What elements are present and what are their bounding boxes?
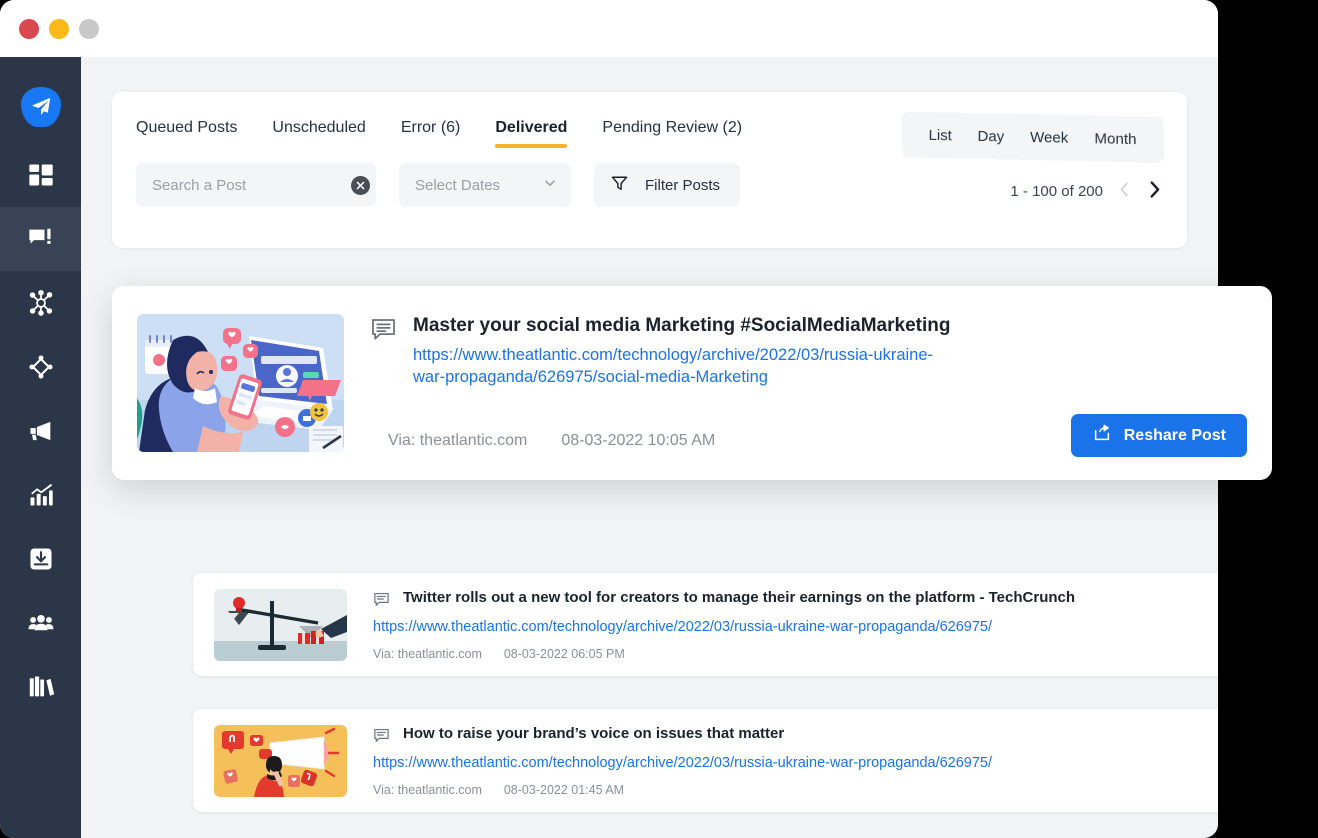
- post-title: Master your social media Marketing #Soci…: [413, 315, 951, 336]
- post-title: How to raise your brand’s voice on issue…: [403, 724, 785, 742]
- paper-plane-icon: [20, 87, 61, 127]
- sidebar-item-team[interactable]: [0, 591, 81, 655]
- sidebar-item-posts[interactable]: [0, 207, 81, 271]
- search-post-field[interactable]: [136, 163, 376, 207]
- chevron-down-icon: [543, 176, 557, 194]
- search-input[interactable]: [152, 176, 351, 194]
- tab-queued-posts[interactable]: Queued Posts: [136, 119, 237, 148]
- close-window-button[interactable]: [19, 18, 39, 39]
- view-option-list[interactable]: List: [929, 126, 952, 143]
- post-body: How to raise your brand’s voice on issue…: [347, 725, 992, 797]
- comment-icon: [370, 316, 397, 348]
- sidebar-item-campaigns[interactable]: [0, 399, 81, 463]
- list-item[interactable]: Twitter rolls out a new tool for creator…: [193, 573, 1218, 676]
- post-source: Via: theatlantic.com: [373, 782, 482, 797]
- funnel-icon: [610, 174, 629, 197]
- post-datetime: 08-03-2022 06:05 PM: [503, 646, 625, 661]
- sidebar-item-library[interactable]: [0, 655, 81, 719]
- post-thumbnail: [214, 588, 347, 661]
- pagination: 1 - 100 of 200: [1010, 180, 1163, 203]
- posts-list: Twitter rolls out a new tool for creator…: [193, 573, 1218, 838]
- maximize-window-button[interactable]: [79, 18, 99, 39]
- sidebar-item-analytics[interactable]: [0, 463, 81, 527]
- megaphone-icon: [27, 417, 55, 445]
- filter-posts-label: Filter Posts: [645, 176, 721, 194]
- tab-unscheduled[interactable]: Unscheduled: [272, 119, 365, 148]
- minimize-window-button[interactable]: [49, 18, 69, 39]
- post-source: Via: theatlantic.com: [388, 432, 528, 449]
- comment-icon: [373, 591, 390, 613]
- clear-search-icon[interactable]: [351, 175, 370, 195]
- sidebar-item-network[interactable]: [0, 271, 81, 335]
- reshare-post-button[interactable]: Reshare Post: [1070, 414, 1247, 457]
- post-meta: Via: theatlantic.com 08-03-2022 01:45 AM: [373, 783, 992, 797]
- filter-posts-button[interactable]: Filter Posts: [594, 163, 740, 207]
- post-body: Twitter rolls out a new tool for creator…: [347, 589, 1075, 661]
- post-meta: Via: theatlantic.com 08-03-2022 10:05 AM: [388, 432, 715, 450]
- inbox-download-icon: [27, 545, 55, 573]
- view-mode-switch: List Day Week Month: [901, 111, 1165, 163]
- sidebar-item-integrations[interactable]: [0, 335, 81, 399]
- diamond-shapes-icon: [27, 353, 55, 381]
- filters-row: Select Dates Filter Posts: [136, 163, 1163, 207]
- featured-post-card[interactable]: Master your social media Marketing #Soci…: [112, 286, 1272, 480]
- post-meta: Via: theatlantic.com 08-03-2022 06:05 PM: [373, 647, 1075, 661]
- chevron-left-icon[interactable]: [1117, 181, 1132, 202]
- analytics-chart-icon: [27, 481, 55, 509]
- featured-post-body: Master your social media Marketing #Soci…: [344, 314, 1272, 457]
- tab-error[interactable]: Error (6): [401, 119, 461, 148]
- post-title: Twitter rolls out a new tool for creator…: [403, 588, 1076, 606]
- post-datetime: 08-03-2022 01:45 AM: [503, 782, 625, 797]
- comment-icon: [373, 727, 390, 749]
- reshare-post-label: Reshare Post: [1123, 426, 1226, 444]
- sidebar-item-dashboard[interactable]: [0, 143, 81, 207]
- users-team-icon: [27, 609, 55, 637]
- post-source: Via: theatlantic.com: [373, 646, 482, 661]
- post-thumbnail: [214, 724, 347, 797]
- select-dates-label: Select Dates: [415, 176, 501, 194]
- post-link[interactable]: https://www.theatlantic.com/technology/a…: [413, 344, 958, 389]
- view-option-month[interactable]: Month: [1094, 130, 1136, 148]
- view-option-week[interactable]: Week: [1030, 128, 1068, 146]
- post-link[interactable]: https://www.theatlantic.com/technology/a…: [373, 619, 1075, 635]
- window-titlebar: [0, 0, 1218, 57]
- tab-delivered[interactable]: Delivered: [495, 119, 568, 148]
- dashboard-grid-icon: [27, 161, 55, 189]
- posts-toolbar: Queued Posts Unscheduled Error (6) Deliv…: [112, 92, 1187, 248]
- pagination-range: 1 - 100 of 200: [1010, 183, 1103, 200]
- tab-pending-review[interactable]: Pending Review (2): [602, 119, 742, 148]
- post-thumbnail: [137, 314, 344, 452]
- chevron-right-icon[interactable]: [1146, 180, 1163, 203]
- view-option-day[interactable]: Day: [978, 127, 1005, 144]
- app-logo[interactable]: [20, 87, 61, 127]
- comment-edit-icon: [27, 225, 55, 253]
- share-box-icon: [1092, 423, 1112, 448]
- post-datetime: 08-03-2022 10:05 AM: [561, 432, 716, 449]
- list-item[interactable]: How to raise your brand’s voice on issue…: [193, 709, 1218, 812]
- library-books-icon: [27, 673, 55, 701]
- post-link[interactable]: https://www.theatlantic.com/technology/a…: [373, 755, 992, 771]
- network-nodes-icon: [27, 289, 55, 317]
- sidebar-item-inbox[interactable]: [0, 527, 81, 591]
- select-dates-dropdown[interactable]: Select Dates: [399, 163, 571, 207]
- sidebar: [0, 57, 81, 838]
